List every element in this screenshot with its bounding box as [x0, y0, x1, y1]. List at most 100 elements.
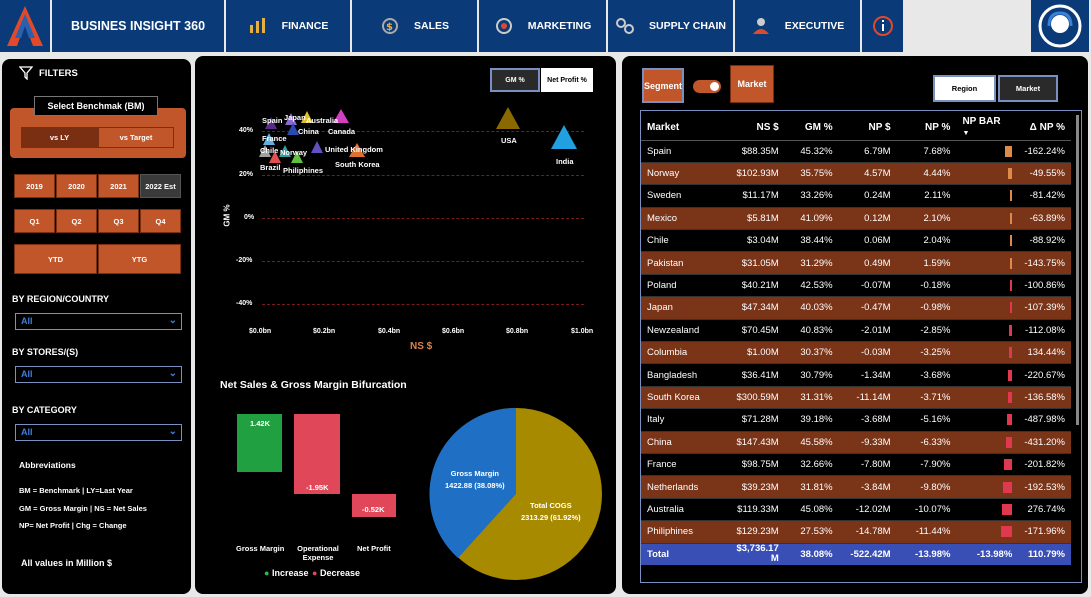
table-row[interactable]: Newzealand $70.45M 40.83% -2.01M -2.85% -112.…	[641, 319, 1071, 343]
logo-tile[interactable]	[0, 0, 50, 52]
cell-npbar	[956, 408, 1019, 432]
quarter-q1-button[interactable]: Q1	[14, 209, 55, 233]
table-row[interactable]: France $98.75M 32.66% -7.80M -7.90% -201.82%	[641, 453, 1071, 477]
category-dropdown[interactable]: All ⌄	[15, 424, 182, 441]
point-label: India	[556, 157, 574, 166]
legend-increase: ● Increase	[264, 568, 309, 578]
np-bar	[1007, 414, 1013, 426]
nav-supply-chain[interactable]: SUPPLY CHAIN	[608, 0, 733, 52]
table-row[interactable]: Bangladesh $36.41M 30.79% -1.34M -3.68% -220.…	[641, 363, 1071, 387]
table-row[interactable]: Poland $40.21M 42.53% -0.07M -0.18% -100.86%	[641, 274, 1071, 298]
cell-gm: 40.03%	[784, 296, 839, 320]
ytd-button[interactable]: YTD	[14, 244, 97, 274]
cell-np: -0.47M	[838, 296, 897, 320]
category-value: All	[21, 427, 33, 437]
segment-button[interactable]: Segment	[642, 68, 684, 103]
market-view-button[interactable]: Market	[998, 75, 1058, 102]
table-row[interactable]: Mexico $5.81M 41.09% 0.12M 2.10% -63.89%	[641, 207, 1071, 231]
region-dropdown[interactable]: All ⌄	[15, 313, 182, 330]
cell-npbar	[956, 251, 1019, 275]
cell-gm: 31.31%	[784, 386, 839, 410]
cell-npp: -0.18%	[896, 274, 957, 298]
stores-dropdown[interactable]: All ⌄	[15, 366, 182, 383]
gm-toggle-button[interactable]: GM %	[490, 68, 540, 92]
point-label: South Korea	[335, 160, 380, 169]
support-button[interactable]	[1031, 0, 1089, 52]
vs-target-button[interactable]: vs Target	[98, 127, 174, 148]
chevron-down-icon: ⌄	[168, 368, 177, 379]
table-scrollbar[interactable]	[1076, 115, 1079, 425]
cell-npbar	[956, 184, 1019, 208]
cell-dnp: -49.55%	[1018, 162, 1071, 186]
region-label: BY REGION/COUNTRY	[12, 294, 110, 304]
col-np[interactable]: NP $	[838, 115, 897, 141]
cell-market: Australia	[641, 498, 723, 522]
cell-ns: $147.43M	[722, 431, 785, 454]
cell-npp: -6.33%	[896, 431, 957, 454]
info-button[interactable]	[862, 0, 903, 52]
col-ns[interactable]: NS $	[722, 115, 785, 141]
table-row[interactable]: Spain $88.35M 45.32% 6.79M 7.68% -162.24%	[641, 140, 1071, 163]
net-profit-toggle-button[interactable]: Net Profit %	[541, 68, 593, 92]
app-title[interactable]: BUSINES INSIGHT 360	[52, 0, 224, 52]
table-row[interactable]: Japan $47.34M 40.03% -0.47M -0.98% -107.39%	[641, 296, 1071, 320]
nav-executive[interactable]: EXECUTIVE	[735, 0, 860, 52]
quarter-q3-button[interactable]: Q3	[98, 209, 139, 233]
cell-dnp: 276.74%	[1018, 498, 1071, 522]
cell-npbar	[956, 341, 1019, 365]
col-npp[interactable]: NP %	[896, 115, 957, 141]
market-button[interactable]: Market	[730, 65, 774, 103]
region-view-button[interactable]: Region	[933, 75, 996, 102]
table-row[interactable]: Philiphines $129.23M 27.53% -14.78M -11.44% -…	[641, 520, 1071, 544]
year-2020-button[interactable]: 2020	[56, 174, 97, 198]
table-row[interactable]: China $147.43M 45.58% -9.33M -6.33% -431.20%	[641, 431, 1071, 454]
table-row[interactable]: Columbia $1.00M 30.37% -0.03M -3.25% 134.44%	[641, 341, 1071, 365]
nav-sales[interactable]: $ SALES	[352, 0, 477, 52]
col-npbar[interactable]: NP BAR ▼	[956, 115, 1019, 141]
year-2021-button[interactable]: 2021	[98, 174, 139, 198]
table-row[interactable]: Sweden $11.17M 33.26% 0.24M 2.11% -81.42%	[641, 184, 1071, 208]
table-row[interactable]: Italy $71.28M 39.18% -3.68M -5.16% -487.98%	[641, 408, 1071, 432]
table-row[interactable]: Netherlands $39.23M 31.81% -3.84M -9.80% -192…	[641, 475, 1071, 499]
info-icon	[872, 16, 893, 36]
ytg-button[interactable]: YTG	[98, 244, 181, 274]
total-market: Total	[641, 543, 723, 566]
pie-label-cogs-name: Total COGS	[530, 501, 572, 510]
scatter-ylabel: GM %	[222, 204, 232, 227]
cell-np: -11.14M	[838, 386, 897, 410]
table-row[interactable]: Norway $102.93M 35.75% 4.57M 4.44% -49.55%	[641, 162, 1071, 186]
total-npbar: -13.98%	[956, 543, 1019, 566]
total-gm: 38.08%	[784, 543, 839, 566]
cell-gm: 35.75%	[784, 162, 839, 186]
col-market[interactable]: Market	[641, 115, 723, 141]
cell-ns: $102.93M	[722, 162, 785, 186]
year-2019-button[interactable]: 2019	[14, 174, 55, 198]
table-row[interactable]: Pakistan $31.05M 31.29% 0.49M 1.59% -143.75%	[641, 251, 1071, 275]
np-bar	[1010, 302, 1013, 314]
col-gm[interactable]: GM %	[784, 115, 839, 141]
nav-finance[interactable]: FINANCE	[226, 0, 350, 52]
cell-npp: -3.25%	[896, 341, 957, 365]
table-row[interactable]: Chile $3.04M 38.44% 0.06M 2.04% -88.92%	[641, 229, 1071, 253]
nav-marketing[interactable]: MARKETING	[479, 0, 606, 52]
col-dnp[interactable]: Δ NP %	[1018, 115, 1071, 141]
np-bar	[1003, 481, 1013, 493]
y-tick: 0%	[244, 214, 255, 221]
segment-market-toggle[interactable]	[693, 80, 721, 93]
np-bar	[1002, 503, 1013, 515]
cell-market: Spain	[641, 140, 723, 163]
quarter-q4-button[interactable]: Q4	[140, 209, 181, 233]
cell-market: Mexico	[641, 207, 723, 231]
table-row[interactable]: South Korea $300.59M 31.31% -11.14M -3.71% -1…	[641, 386, 1071, 410]
point-label: Philiphines	[283, 166, 324, 175]
cell-gm: 33.26%	[784, 184, 839, 208]
gridline	[262, 261, 584, 262]
np-bar	[1008, 391, 1013, 403]
vs-ly-button[interactable]: vs LY	[21, 127, 98, 148]
legend-increase-label: Increase	[271, 568, 309, 578]
table-row[interactable]: Australia $119.33M 45.08% -12.02M -10.07% 276…	[641, 498, 1071, 522]
cell-dnp: -63.89%	[1018, 207, 1071, 231]
year-2022-button[interactable]: 2022 Est	[140, 174, 181, 198]
np-bar	[1009, 324, 1013, 336]
quarter-q2-button[interactable]: Q2	[56, 209, 97, 233]
